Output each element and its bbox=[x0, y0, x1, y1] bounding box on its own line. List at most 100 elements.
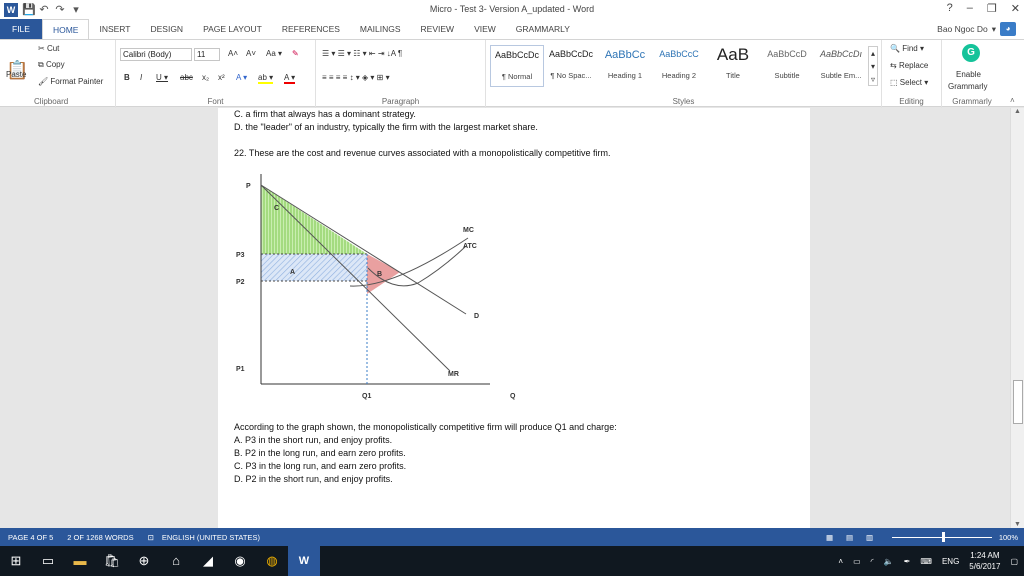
tab-mailings[interactable]: MAILINGS bbox=[350, 19, 411, 39]
zoom-level[interactable]: 100% bbox=[999, 533, 1018, 542]
page[interactable]: C. a firm that always has a dominant str… bbox=[218, 108, 810, 528]
style-name: Title bbox=[726, 71, 740, 80]
style-title[interactable]: AaB Title bbox=[706, 45, 760, 87]
answer-line-c: C. a firm that always has a dominant str… bbox=[234, 109, 416, 119]
store-icon[interactable]: 🛍 bbox=[96, 546, 128, 576]
paragraph-tools-row2[interactable]: ≡ ≡ ≡ ≡ ↕ ▾ ◈ ▾ ⊞ ▾ bbox=[322, 73, 390, 82]
close-button[interactable]: ✕ bbox=[1011, 2, 1020, 15]
scroll-down-icon[interactable]: ▼ bbox=[1011, 521, 1024, 528]
format-painter-button[interactable]: 🖌 Format Painter bbox=[38, 77, 103, 86]
find-button[interactable]: 🔍 Find ▾ bbox=[890, 44, 924, 53]
windows-start-icon[interactable]: ⊞ bbox=[0, 546, 32, 576]
style-heading-1[interactable]: AaBbCc Heading 1 bbox=[598, 45, 652, 87]
copy-button[interactable]: ⧉ Copy bbox=[38, 60, 65, 70]
camera-icon[interactable]: ◉ bbox=[224, 546, 256, 576]
read-mode-icon[interactable]: ▦ bbox=[826, 533, 833, 542]
tab-home[interactable]: HOME bbox=[41, 19, 90, 39]
style-subtle-emphasis[interactable]: AaBbCcDı Subtle Em... bbox=[814, 45, 868, 87]
wifi-icon[interactable]: ◜ bbox=[871, 557, 874, 566]
tab-view[interactable]: VIEW bbox=[464, 19, 506, 39]
economics-graph: P Q P3 P2 P1 Q1 C A B MC ATC D MR bbox=[236, 174, 516, 400]
collapse-ribbon-icon[interactable]: ˄ bbox=[1010, 96, 1015, 105]
font-color-button[interactable]: A ▾ bbox=[284, 73, 296, 84]
paragraph-tools-row1[interactable]: ☰ ▾ ☰ ▾ ☷ ▾ ⇤ ⇥ ↓A ¶ bbox=[322, 49, 402, 58]
bold-button[interactable]: B bbox=[124, 73, 130, 82]
clear-formatting-icon[interactable]: ✎ bbox=[292, 49, 299, 58]
font-family-select[interactable]: Calibri (Body) bbox=[120, 48, 192, 61]
superscript-button[interactable]: x² bbox=[218, 73, 225, 82]
chrome-icon[interactable]: ◍ bbox=[256, 546, 288, 576]
input-language[interactable]: ENG bbox=[942, 557, 959, 566]
grow-font-button[interactable]: A˄ bbox=[228, 49, 238, 58]
word-count[interactable]: 2 OF 1268 WORDS bbox=[67, 533, 133, 542]
file-explorer-icon[interactable]: ▬ bbox=[64, 546, 96, 576]
region-c-label: C bbox=[274, 205, 279, 212]
select-button[interactable]: ⬚ Select ▾ bbox=[890, 78, 928, 87]
proofing-icon[interactable]: ⊡ bbox=[148, 533, 154, 542]
pen-icon[interactable]: ✒ bbox=[904, 557, 911, 566]
subscript-button[interactable]: x₂ bbox=[202, 73, 209, 82]
word-taskbar-icon[interactable]: W bbox=[288, 546, 320, 576]
strikethrough-button[interactable]: abc bbox=[180, 73, 193, 82]
zoom-slider-handle[interactable] bbox=[942, 532, 945, 542]
text-effects-button[interactable]: A ▾ bbox=[236, 73, 247, 82]
style-normal[interactable]: AaBbCcDc ¶ Normal bbox=[490, 45, 544, 87]
home-icon[interactable]: ⌂ bbox=[160, 546, 192, 576]
style-preview: AaBbCc bbox=[604, 49, 646, 61]
user-account[interactable]: Bao Ngoc Do ▾ ◕ bbox=[937, 22, 1016, 36]
tab-review[interactable]: REVIEW bbox=[411, 19, 465, 39]
volume-icon[interactable]: 🔈 bbox=[884, 557, 894, 566]
shrink-font-button[interactable]: A˅ bbox=[246, 49, 256, 58]
scroll-thumb[interactable] bbox=[1013, 380, 1023, 424]
font-size-select[interactable]: 11 bbox=[194, 48, 220, 61]
cut-button[interactable]: ✂ Cut bbox=[38, 44, 59, 53]
mr-label: MR bbox=[448, 371, 459, 378]
media-icon[interactable]: ◢ bbox=[192, 546, 224, 576]
clock[interactable]: 1:24 AM 5/6/2017 bbox=[969, 550, 1000, 572]
style-no-spacing[interactable]: AaBbCcDc ¶ No Spac... bbox=[544, 45, 598, 87]
enable-grammarly-button[interactable]: Enable bbox=[956, 70, 981, 79]
grammarly-label: Grammarly bbox=[952, 97, 992, 106]
styles-scroll[interactable]: ▴ ▾ ▿ bbox=[868, 46, 878, 86]
answer-b: B. P2 in the long run, and earn zero pro… bbox=[234, 448, 406, 458]
print-layout-icon[interactable]: ▤ bbox=[846, 533, 853, 542]
style-name: Heading 2 bbox=[661, 71, 697, 80]
paste-button[interactable]: Paste bbox=[6, 70, 26, 79]
keyboard-icon[interactable]: ⌨ bbox=[920, 557, 932, 566]
system-tray: ˄ ▭ ◜ 🔈 ✒ ⌨ ENG 1:24 AM 5/6/2017 ▢ bbox=[838, 546, 1018, 576]
vertical-scrollbar[interactable]: ▲ ▼ bbox=[1010, 108, 1024, 528]
clock-time: 1:24 AM bbox=[970, 551, 1000, 560]
language-status[interactable]: ENGLISH (UNITED STATES) bbox=[162, 533, 260, 542]
clock-date: 5/6/2017 bbox=[969, 562, 1001, 571]
battery-icon[interactable]: ▭ bbox=[853, 557, 861, 566]
task-view-icon[interactable]: ▭ bbox=[32, 546, 64, 576]
style-subtitle[interactable]: AaBbCcD Subtitle bbox=[760, 45, 814, 87]
style-heading-2[interactable]: AaBbCcC Heading 2 bbox=[652, 45, 706, 87]
network-app-icon[interactable]: ⊕ bbox=[128, 546, 160, 576]
italic-button[interactable]: I bbox=[140, 73, 142, 82]
editing-label: Editing bbox=[899, 97, 924, 106]
replace-button[interactable]: ⇆ Replace bbox=[890, 61, 928, 70]
scroll-up-icon[interactable]: ▲ bbox=[1011, 108, 1024, 115]
minimize-button[interactable]: – bbox=[967, 2, 973, 15]
answer-c: C. P3 in the long run, and earn zero pro… bbox=[234, 461, 407, 471]
change-case-button[interactable]: Aa ▾ bbox=[266, 49, 282, 58]
help-button[interactable]: ? bbox=[947, 2, 953, 15]
underline-button[interactable]: U ▾ bbox=[156, 73, 168, 82]
grammarly-icon[interactable]: G bbox=[962, 44, 980, 62]
tab-insert[interactable]: INSERT bbox=[89, 19, 140, 39]
axis-q-label: Q bbox=[510, 393, 516, 400]
answer-a: A. P3 in the short run, and enjoy profit… bbox=[234, 435, 393, 445]
tab-page-layout[interactable]: PAGE LAYOUT bbox=[193, 19, 272, 39]
tab-references[interactable]: REFERENCES bbox=[272, 19, 350, 39]
title-bar: W 💾 ↶ ↷ ▾ Micro - Test 3- Version A_upda… bbox=[0, 0, 1024, 19]
notifications-icon[interactable]: ▢ bbox=[1010, 557, 1018, 566]
highlight-button[interactable]: ab ▾ bbox=[258, 73, 274, 84]
tab-grammarly[interactable]: GRAMMARLY bbox=[506, 19, 580, 39]
tab-design[interactable]: DESIGN bbox=[140, 19, 193, 39]
page-count[interactable]: PAGE 4 OF 5 bbox=[8, 533, 53, 542]
show-hidden-icons-icon[interactable]: ˄ bbox=[838, 557, 843, 566]
maximize-button[interactable]: ❐ bbox=[987, 2, 997, 15]
web-layout-icon[interactable]: ▥ bbox=[866, 533, 873, 542]
tab-file[interactable]: FILE bbox=[0, 19, 42, 39]
